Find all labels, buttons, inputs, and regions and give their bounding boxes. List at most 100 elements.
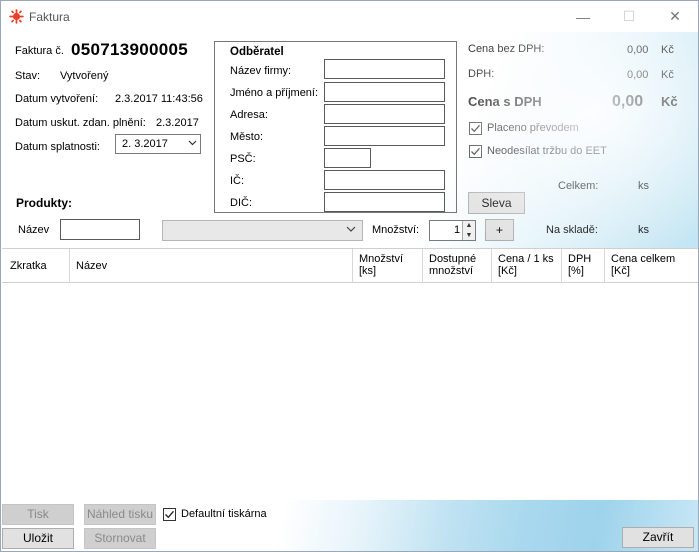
print-preview-button-label: Náhled tisku <box>86 507 154 521</box>
company-name-label: Název firmy: <box>230 65 292 77</box>
status-value: Vytvořený <box>60 70 109 82</box>
total-label: Celkem: <box>558 180 599 192</box>
stock-unit: ks <box>638 224 649 236</box>
checkmark-icon <box>471 147 480 156</box>
column-header-code[interactable]: Zkratka <box>2 249 70 283</box>
due-date-picker[interactable]: 2. 3.2017 <box>115 134 201 154</box>
spin-down-icon[interactable]: ▼ <box>463 231 475 241</box>
maximize-icon: ☐ <box>622 8 636 24</box>
column-header-name[interactable]: Název <box>70 249 353 283</box>
minimize-button[interactable]: — <box>560 1 606 32</box>
column-header-name-label: Název <box>76 260 108 272</box>
grid-header: Zkratka Název Množství [ks] Dostupné mno… <box>2 249 698 283</box>
chevron-down-icon <box>188 138 197 150</box>
product-name-input[interactable] <box>60 219 140 240</box>
gross-price-currency: Kč <box>661 94 678 109</box>
quantity-stepper[interactable]: 1 ▲ ▼ <box>429 220 476 241</box>
products-grid[interactable]: Zkratka Název Množství [ks] Dostupné mno… <box>2 248 698 500</box>
column-header-quantity[interactable]: Množství [ks] <box>353 249 423 283</box>
taxable-date-value: 2.3.2017 <box>156 117 199 129</box>
column-header-vat[interactable]: DPH [%] <box>562 249 605 283</box>
column-header-quantity-label: Množství <box>359 253 404 265</box>
checkmark-icon <box>471 124 480 133</box>
column-header-total-price[interactable]: Cena celkem [Kč] <box>605 249 698 283</box>
invoice-number: 050713900005 <box>71 40 189 59</box>
created-date-label: Datum vytvoření: <box>15 93 99 105</box>
column-header-vat-unit: [%] <box>568 265 584 277</box>
cancel-invoice-button[interactable]: Stornovat <box>84 528 156 549</box>
save-button[interactable]: Uložit <box>2 528 74 549</box>
save-button-label: Uložit <box>22 531 53 545</box>
created-date-value: 2.3.2017 11:43:56 <box>115 93 203 105</box>
product-select[interactable] <box>162 220 363 241</box>
close-window-button[interactable]: ✕ <box>652 1 698 32</box>
quantity-spin-buttons[interactable]: ▲ ▼ <box>462 221 475 240</box>
vat-id-input[interactable] <box>324 192 445 212</box>
full-name-label: Jméno a příjmení: <box>230 87 319 99</box>
close-button[interactable]: Zavřít <box>622 527 694 548</box>
close-icon: ✕ <box>669 8 681 24</box>
column-header-unit-price-label: Cena / 1 ks <box>498 253 554 265</box>
zip-label: PSČ: <box>230 153 256 165</box>
vat-value: 0,00 <box>627 69 649 81</box>
address-label: Adresa: <box>230 109 268 121</box>
column-header-available[interactable]: Dostupné množství <box>423 249 492 283</box>
taxable-date-label: Datum uskut. zdan. plnění: <box>15 117 146 129</box>
maximize-button[interactable]: ☐ <box>606 1 652 32</box>
vat-label: DPH: <box>468 68 495 80</box>
default-printer-checkbox[interactable] <box>163 508 176 521</box>
column-header-code-label: Zkratka <box>10 260 47 272</box>
discount-button-label: Sleva <box>481 196 512 210</box>
city-input[interactable] <box>324 126 445 146</box>
full-name-input[interactable] <box>324 82 445 102</box>
products-heading: Produkty: <box>16 196 73 210</box>
no-eet-label: Neodesílat tržbu do EET <box>487 145 607 157</box>
net-price-currency: Kč <box>661 44 674 56</box>
no-eet-checkbox[interactable] <box>469 145 482 158</box>
company-name-input[interactable] <box>324 59 445 79</box>
status-label: Stav: <box>15 70 41 82</box>
total-unit: ks <box>638 180 649 192</box>
close-button-label: Zavřít <box>642 530 674 544</box>
paid-transfer-checkbox[interactable] <box>469 122 482 135</box>
gross-price-value: 0,00 <box>612 93 644 110</box>
zip-input[interactable] <box>324 148 371 168</box>
default-printer-label: Defaultní tiskárna <box>181 508 267 520</box>
customer-group: Odběratel Název firmy: Jméno a příjmení:… <box>214 41 457 213</box>
paid-transfer-label: Placeno převodem <box>487 122 579 134</box>
quantity-label: Množství: <box>372 224 420 236</box>
address-input[interactable] <box>324 104 445 124</box>
due-date-value: 2. 3.2017 <box>122 138 168 150</box>
company-id-label: IČ: <box>230 175 245 187</box>
column-header-available-label2: množství <box>429 265 474 277</box>
print-preview-button[interactable]: Náhled tisku <box>84 504 156 525</box>
chevron-down-icon <box>346 224 356 237</box>
product-name-label: Název <box>18 224 50 236</box>
column-header-unit-price[interactable]: Cena / 1 ks [Kč] <box>492 249 562 283</box>
title-bar: Faktura — ☐ ✕ <box>1 1 698 32</box>
window-title: Faktura <box>29 10 70 24</box>
vat-currency: Kč <box>661 69 674 81</box>
gross-price-label: Cena s DPH <box>468 94 542 109</box>
checkmark-icon <box>165 510 174 519</box>
column-header-quantity-unit: [ks] <box>359 265 377 277</box>
company-id-input[interactable] <box>324 170 445 190</box>
city-label: Město: <box>230 131 264 143</box>
app-icon <box>9 9 24 24</box>
spin-up-icon[interactable]: ▲ <box>463 221 475 231</box>
column-header-vat-label: DPH <box>568 253 592 265</box>
column-header-total-price-unit: [Kč] <box>611 265 630 277</box>
net-price-value: 0,00 <box>627 44 649 56</box>
print-button[interactable]: Tisk <box>2 504 74 525</box>
quantity-value: 1 <box>454 224 461 236</box>
add-product-button[interactable]: + <box>485 219 514 241</box>
print-button-label: Tisk <box>27 507 49 521</box>
column-header-available-label: Dostupné <box>429 253 477 265</box>
column-header-unit-price-unit: [Kč] <box>498 265 517 277</box>
discount-button[interactable]: Sleva <box>468 192 525 214</box>
minimize-icon: — <box>576 8 590 25</box>
invoice-window: Faktura — ☐ ✕ Faktura č. 050713900005 St… <box>0 0 699 552</box>
stock-label: Na skladě: <box>546 224 598 236</box>
add-icon: + <box>495 223 503 237</box>
footer-bar: Tisk Náhled tisku Defaultní tiskárna Ulo… <box>2 500 698 551</box>
